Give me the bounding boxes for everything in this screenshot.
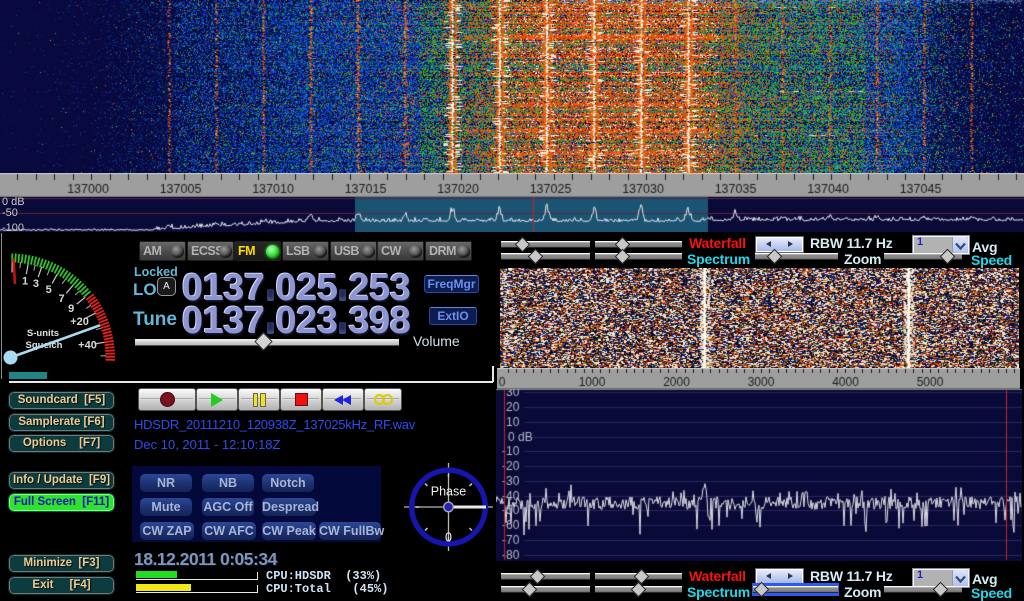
svg-text:5: 5 [46,284,52,296]
svg-text:S-units: S-units [27,328,59,339]
svg-text:+40: +40 [78,340,97,352]
svg-text:+20: +20 [70,316,89,328]
svg-text:3: 3 [33,278,39,290]
svg-text:0: 0 [445,531,452,545]
svg-text:7: 7 [59,293,65,305]
svg-text:Phase: Phase [431,485,466,499]
svg-text:1: 1 [22,275,28,287]
svg-text:9: 9 [68,303,74,315]
